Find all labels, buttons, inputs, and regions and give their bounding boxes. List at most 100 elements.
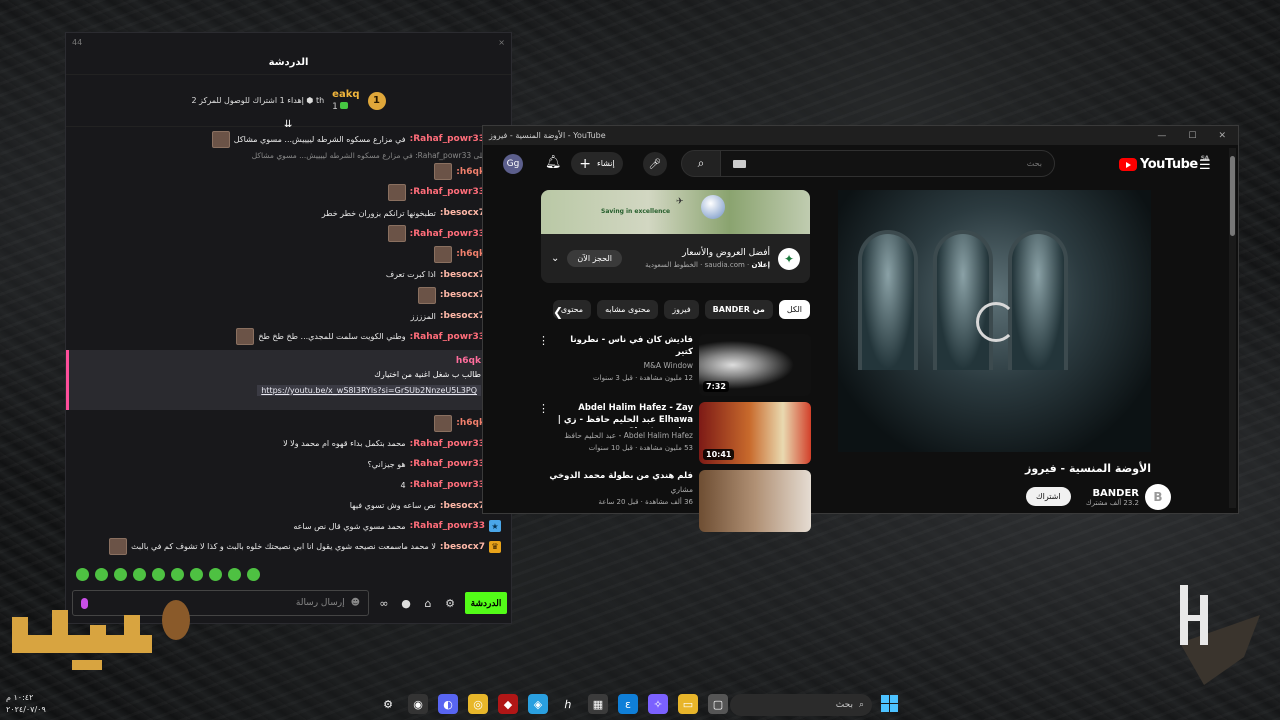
hp-icon[interactable]: ℎ bbox=[558, 694, 578, 714]
highlighted-request[interactable]: ♥h6qkطالب ب شغل اغنية من اختياركhttps://… bbox=[66, 349, 511, 410]
emote-icon[interactable] bbox=[76, 568, 89, 581]
youtube-logo[interactable]: YouTube SA bbox=[1119, 155, 1209, 172]
chat-username[interactable]: Rahaf_powr33: bbox=[410, 134, 485, 144]
emote-icon[interactable] bbox=[152, 568, 165, 581]
chat-username[interactable]: besocx7: bbox=[440, 290, 485, 300]
window-icon[interactable]: ▢ bbox=[708, 694, 728, 714]
chat-message[interactable]: ★Rahaf_powr33: bbox=[66, 223, 511, 244]
channel-name[interactable]: BANDER bbox=[1086, 488, 1139, 499]
recommended-video[interactable]: 10:41 Abdel Halim Hafez - Zay Elhawa عبد… bbox=[538, 402, 811, 464]
video-player[interactable] bbox=[838, 190, 1151, 452]
emote-icon[interactable] bbox=[228, 568, 241, 581]
chat-username[interactable]: Rahaf_powr33: bbox=[410, 439, 485, 449]
chat-message[interactable]: ★h6qk: bbox=[66, 244, 511, 265]
chat-message[interactable]: ★Rahaf_powr33:4 bbox=[66, 475, 511, 496]
chat-message[interactable]: ♛besocx7:نص ساعه وش تسوي فيها bbox=[66, 495, 511, 516]
video-title[interactable]: Abdel Halim Hafez - Zay Elhawa عبد الحلي… bbox=[555, 402, 693, 428]
chat-username[interactable]: besocx7: bbox=[440, 542, 485, 552]
chat-username[interactable]: Rahaf_powr33: bbox=[410, 521, 485, 531]
close-icon[interactable]: ✕ bbox=[1218, 131, 1226, 141]
chat-message[interactable]: الرد على Rahaf_powr33: في مزارع مسكوه ال… bbox=[66, 150, 511, 162]
recommended-video[interactable]: 7:32 فاديش كان في ناس - نطرونا كتير M&A … bbox=[538, 334, 811, 396]
video-channel[interactable]: M&A Window bbox=[555, 360, 693, 372]
chat-message[interactable]: ★Rahaf_powr33: bbox=[66, 182, 511, 203]
chat-message[interactable]: ♛besocx7:المزززز bbox=[66, 306, 511, 327]
taskbar-search[interactable]: ⌕ بحث bbox=[730, 694, 872, 716]
emote-icon[interactable] bbox=[133, 568, 146, 581]
highlight-link[interactable]: https://youtu.be/x_wS8I3RYls?si=GrSUb2Nn… bbox=[257, 384, 481, 396]
chat-message[interactable]: ♛ besocx7: لا محمد ماسمعت نصيحه شوي يقول ا… bbox=[66, 537, 511, 558]
app-icon[interactable]: ◈ bbox=[528, 694, 548, 714]
chip-related[interactable]: محتوى مشابه bbox=[597, 300, 659, 319]
ad-banner[interactable]: Saving in excellence ✈ bbox=[541, 190, 810, 234]
edge-icon[interactable]: ε bbox=[618, 694, 638, 714]
chat-username[interactable]: besocx7: bbox=[440, 501, 485, 511]
chat-username[interactable]: h6qk: bbox=[456, 167, 485, 177]
create-button[interactable]: + إنشاء bbox=[571, 152, 623, 175]
video-channel[interactable]: مشاري bbox=[541, 484, 694, 496]
chevron-down-icon[interactable]: ⌄ bbox=[551, 253, 559, 264]
scrollbar[interactable] bbox=[1229, 148, 1236, 508]
more-options-icon[interactable]: ⋮ bbox=[538, 334, 549, 396]
chat-username[interactable]: besocx7: bbox=[440, 208, 485, 218]
chat-username[interactable]: Rahaf_powr33: bbox=[410, 332, 485, 342]
video-thumbnail[interactable]: 7:32 bbox=[699, 334, 811, 396]
chat-username[interactable]: Rahaf_powr33: bbox=[410, 229, 485, 239]
minimize-icon[interactable]: — bbox=[1157, 131, 1166, 141]
chip-from-channel[interactable]: من BANDER bbox=[704, 300, 773, 319]
menu-icon[interactable]: ☰ bbox=[1199, 158, 1211, 173]
emoji-icon[interactable]: ☻ bbox=[351, 598, 360, 608]
settings-gear-icon[interactable]: ⚙ bbox=[378, 694, 398, 714]
video-thumbnail[interactable]: 10:41 bbox=[699, 402, 811, 464]
shield-icon[interactable]: ◆ bbox=[498, 694, 518, 714]
chat-message[interactable]: ★ Rahaf_powr33: محمد مسوي شوي قال نص ساعه bbox=[66, 516, 511, 537]
emote-icon[interactable] bbox=[247, 568, 260, 581]
emote-icon[interactable] bbox=[95, 568, 108, 581]
keyboard-icon[interactable] bbox=[733, 159, 746, 168]
chat-username[interactable]: Rahaf_powr33: bbox=[410, 187, 485, 197]
chevron-left-icon[interactable]: ❮ bbox=[553, 305, 563, 319]
folder-icon[interactable]: ▭ bbox=[678, 694, 698, 714]
emote-icon[interactable] bbox=[190, 568, 203, 581]
emote-icon[interactable] bbox=[171, 568, 184, 581]
close-icon[interactable]: × bbox=[498, 38, 505, 47]
windows-start-icon[interactable] bbox=[881, 695, 898, 712]
system-clock[interactable]: ١٠:٤٢ م ٢٠٢٤/٠٧/٠٩ bbox=[6, 692, 46, 716]
chat-message[interactable]: ♛besocx7:تطبخونها ترانكم بزوران خطر خطر bbox=[66, 203, 511, 224]
pinned-gift-banner[interactable]: إهداء 1 اشتراك للوصول للمركز 2 ⬢ th eakq… bbox=[66, 75, 511, 130]
discord-icon[interactable]: ◐ bbox=[438, 694, 458, 714]
settings-icon[interactable]: ⚙ bbox=[443, 597, 457, 610]
ad-card[interactable]: Saving in excellence ✈ ✦ أفضل العروض وال… bbox=[541, 190, 810, 283]
infinity-icon[interactable]: ∞ bbox=[377, 597, 391, 610]
recommended-video[interactable]: فلم هندي من بطولة محمد الدوخي مشاري 36 أ… bbox=[541, 470, 811, 532]
ad-title[interactable]: أفضل العروض والأسعار bbox=[630, 247, 770, 259]
video-title[interactable]: فاديش كان في ناس - نطرونا كتير bbox=[555, 334, 693, 358]
chat-message-list[interactable]: ★Rahaf_powr33:في مزارع مسكوه الشرطه لييي… bbox=[66, 129, 511, 562]
chat-message[interactable]: ★h6qk: bbox=[66, 413, 511, 434]
ad-cta-button[interactable]: الحجز الآن bbox=[567, 250, 622, 267]
chip-all[interactable]: الكل bbox=[778, 300, 810, 319]
chat-message[interactable]: ★Rahaf_powr33:محمد بتكمل بداء قهوه ام مح… bbox=[66, 434, 511, 455]
search-icon[interactable]: ⌕ bbox=[681, 150, 721, 177]
chat-username[interactable]: besocx7: bbox=[440, 270, 485, 280]
video-channel[interactable]: Abdel Halim Hafez - عبد الحليم حافظ bbox=[555, 430, 693, 442]
obs-icon[interactable]: ◉ bbox=[408, 694, 428, 714]
video-thumbnail[interactable] bbox=[699, 470, 811, 532]
chat-username[interactable]: Rahaf_powr33: bbox=[410, 480, 485, 490]
chip-fairuz[interactable]: فيروز bbox=[664, 300, 699, 319]
chat-message[interactable]: ★h6qk: bbox=[66, 162, 511, 183]
maximize-icon[interactable]: ☐ bbox=[1188, 131, 1196, 141]
voice-search-icon[interactable]: 🎤︎ bbox=[643, 152, 667, 176]
dots-icon[interactable]: ● bbox=[399, 597, 413, 610]
video-title[interactable]: فلم هندي من بطولة محمد الدوخي bbox=[541, 470, 693, 482]
chat-message[interactable]: ♛besocx7:اذا كبرت تعرف bbox=[66, 265, 511, 286]
emote-icon[interactable] bbox=[114, 568, 127, 581]
chat-username[interactable]: Rahaf_powr33: bbox=[410, 459, 485, 469]
search-input[interactable]: بحث bbox=[720, 150, 1055, 177]
store-icon[interactable]: ▦ bbox=[588, 694, 608, 714]
chat-message[interactable]: ★Rahaf_powr33:وطني الكويت سلمت للمجدي...… bbox=[66, 326, 511, 347]
channel-avatar[interactable]: B bbox=[1145, 484, 1171, 510]
notifications-icon[interactable]: 🔔︎ bbox=[545, 155, 562, 170]
chat-message[interactable]: ♛besocx7: bbox=[66, 285, 511, 306]
avatar[interactable]: Gg bbox=[503, 154, 523, 174]
